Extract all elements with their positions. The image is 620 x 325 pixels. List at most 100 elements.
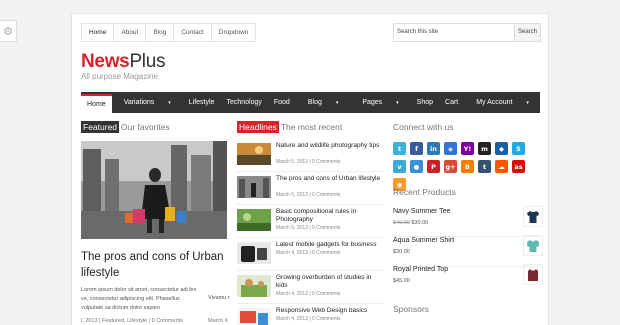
top-link-dropdown[interactable]: Dropdown xyxy=(212,24,256,41)
nav-item-contact-us[interactable]: Contact Us xyxy=(541,92,548,113)
product-item[interactable]: Navy Summer Tee $40.00 $30.00 xyxy=(393,206,543,234)
chevron-down-icon: ▾ xyxy=(526,100,529,106)
linkedin-icon[interactable]: in xyxy=(427,142,440,155)
soundcloud-icon[interactable]: ☁ xyxy=(495,160,508,173)
nav-item-lifestyle[interactable]: Lifestyle xyxy=(183,92,221,113)
product-price: $30.00 xyxy=(393,249,410,255)
headline-thumbnail[interactable] xyxy=(237,242,271,264)
headline-item[interactable]: The pros and cons of Urban lifestyle Mar… xyxy=(237,174,384,204)
tumblr-icon[interactable]: t xyxy=(478,160,491,173)
nav-item-label: Blog xyxy=(307,99,322,106)
delicious-icon[interactable]: ◈ xyxy=(444,142,457,155)
search-input[interactable]: Search this site xyxy=(393,23,515,42)
headline-title[interactable]: The pros and cons of Urban lifestyle xyxy=(276,175,384,183)
featured-meta-right: March 6 xyxy=(208,318,228,324)
headlines-subtitle: The most recent xyxy=(280,122,343,132)
headline-title[interactable]: Responsive Web Design basics xyxy=(276,307,384,315)
navy-tshirt-icon[interactable] xyxy=(523,206,543,227)
logo-part-news: News xyxy=(81,51,130,72)
nav-item-label: Variations xyxy=(123,99,155,106)
headline-thumbnail[interactable] xyxy=(237,308,271,325)
top-link-contact[interactable]: Contact xyxy=(174,24,212,41)
top-link-about[interactable]: About xyxy=(114,24,147,41)
product-name[interactable]: Royal Printed Top xyxy=(393,266,448,273)
headline-item[interactable]: Basic compositional rules in Photography… xyxy=(237,207,384,237)
headline-thumbnail[interactable] xyxy=(237,275,271,297)
gear-icon[interactable]: ⚙ xyxy=(0,20,17,42)
top-link-home[interactable]: Home xyxy=(82,24,115,41)
headline-item[interactable]: Growing overburden of studies in kids Ma… xyxy=(237,273,384,303)
product-item[interactable]: Royal Printed Top $45.00 xyxy=(393,264,543,292)
dribbble-icon[interactable]: ● xyxy=(410,160,423,173)
featured-image[interactable] xyxy=(81,141,227,239)
nav-item-cart[interactable]: Cart xyxy=(439,92,464,113)
headline-title[interactable]: Growing overburden of studies in kids xyxy=(276,274,384,290)
nav-item-variations[interactable]: Variations ▾ xyxy=(112,92,183,113)
featured-meta: l, 2013 | Featured, Lifestyle | 0 Commen… xyxy=(81,318,183,324)
featured-post-title[interactable]: The pros and cons of Urban lifestyle xyxy=(81,249,231,281)
product-sale-price: $30.00 xyxy=(411,220,429,226)
nav-item-technology[interactable]: Technology xyxy=(220,92,267,113)
lastfm-icon[interactable]: as xyxy=(512,160,525,173)
myspace-icon[interactable]: m xyxy=(478,142,491,155)
chevron-down-icon: ▾ xyxy=(335,100,339,106)
recent-products-heading: Recent Products xyxy=(393,187,456,197)
headline-title[interactable]: Latest mobile gadgets for business xyxy=(276,241,384,249)
blogger-icon[interactable]: B xyxy=(461,160,474,173)
headline-item[interactable]: Nature and wildlife photography tips Mar… xyxy=(237,141,384,171)
yahoo-icon[interactable]: Y! xyxy=(461,142,474,155)
digg-icon[interactable]: ◆ xyxy=(495,142,508,155)
nav-item-food[interactable]: Food xyxy=(268,92,296,113)
headline-meta: March 5, 2013 | 0 Comments xyxy=(276,192,341,198)
headline-thumbnail[interactable] xyxy=(237,209,271,231)
product-name[interactable]: Aqua Summer Shirt xyxy=(393,237,454,244)
featured-excerpt-right: Vivamu nibh, ac xyxy=(208,295,230,301)
headline-meta: March 4, 2013 | 0 Comments xyxy=(276,316,341,322)
search-button[interactable]: Search xyxy=(515,23,541,42)
nav-item-my-account[interactable]: My Account ▾ xyxy=(464,92,541,113)
pinterest-icon[interactable]: P xyxy=(427,160,440,173)
headlines-tag: Headlines xyxy=(237,121,279,133)
twitter-icon[interactable]: t xyxy=(393,142,406,155)
product-price: $45.00 xyxy=(393,278,410,284)
search-form: Search this site Search xyxy=(393,23,541,42)
top-link-blog[interactable]: Blog xyxy=(146,24,175,41)
top-bar: Home About Blog Contact Dropdown Search … xyxy=(81,23,541,42)
headline-thumbnail[interactable] xyxy=(237,176,271,198)
top-links: Home About Blog Contact Dropdown xyxy=(81,23,257,42)
headline-title[interactable]: Basic compositional rules in Photography xyxy=(276,208,384,224)
nav-item-blog[interactable]: Blog ▾ xyxy=(296,92,350,113)
headline-item[interactable]: Latest mobile gadgets for business March… xyxy=(237,240,384,270)
page-container: Home About Blog Contact Dropdown Search … xyxy=(71,13,549,325)
vimeo-icon[interactable]: v xyxy=(393,160,406,173)
featured-tag: Featured xyxy=(81,121,120,133)
printed-top-icon[interactable] xyxy=(523,264,543,285)
nav-item-label: Pages xyxy=(362,99,383,106)
skype-icon[interactable]: S xyxy=(512,142,525,155)
divider xyxy=(237,303,384,304)
headline-meta: March 4, 2013 | 0 Comments xyxy=(276,250,341,256)
nav-item-home[interactable]: Home xyxy=(81,94,112,113)
headlines-heading: Headlines The most recent xyxy=(237,121,342,133)
site-logo[interactable]: NewsPlus xyxy=(81,51,166,73)
nav-item-label: My Account xyxy=(476,99,513,106)
nav-item-shop[interactable]: Shop xyxy=(411,92,439,113)
headline-item[interactable]: Responsive Web Design basics March 4, 20… xyxy=(237,306,384,325)
chevron-down-icon: ▾ xyxy=(168,100,171,106)
nav-item-pages[interactable]: Pages ▾ xyxy=(350,92,410,113)
headline-thumbnail[interactable] xyxy=(237,143,271,165)
aqua-shirt-icon[interactable] xyxy=(523,235,543,256)
headline-meta: March 5, 2013 | 0 Comments xyxy=(276,225,341,231)
google-plus-icon[interactable]: g+ xyxy=(444,160,457,173)
divider xyxy=(237,237,384,238)
facebook-icon[interactable]: f xyxy=(410,142,423,155)
sponsors-heading: Sponsors xyxy=(393,304,429,314)
product-item[interactable]: Aqua Summer Shirt $30.00 xyxy=(393,235,543,263)
product-old-price: $40.00 xyxy=(393,220,410,226)
chevron-down-icon: ▾ xyxy=(396,100,399,106)
headline-meta: March 5, 2013 | 0 Comments xyxy=(276,159,341,165)
headline-title[interactable]: Nature and wildlife photography tips xyxy=(276,142,384,150)
connect-heading: Connect with us xyxy=(393,122,454,132)
product-name[interactable]: Navy Summer Tee xyxy=(393,208,450,215)
divider xyxy=(237,204,384,205)
